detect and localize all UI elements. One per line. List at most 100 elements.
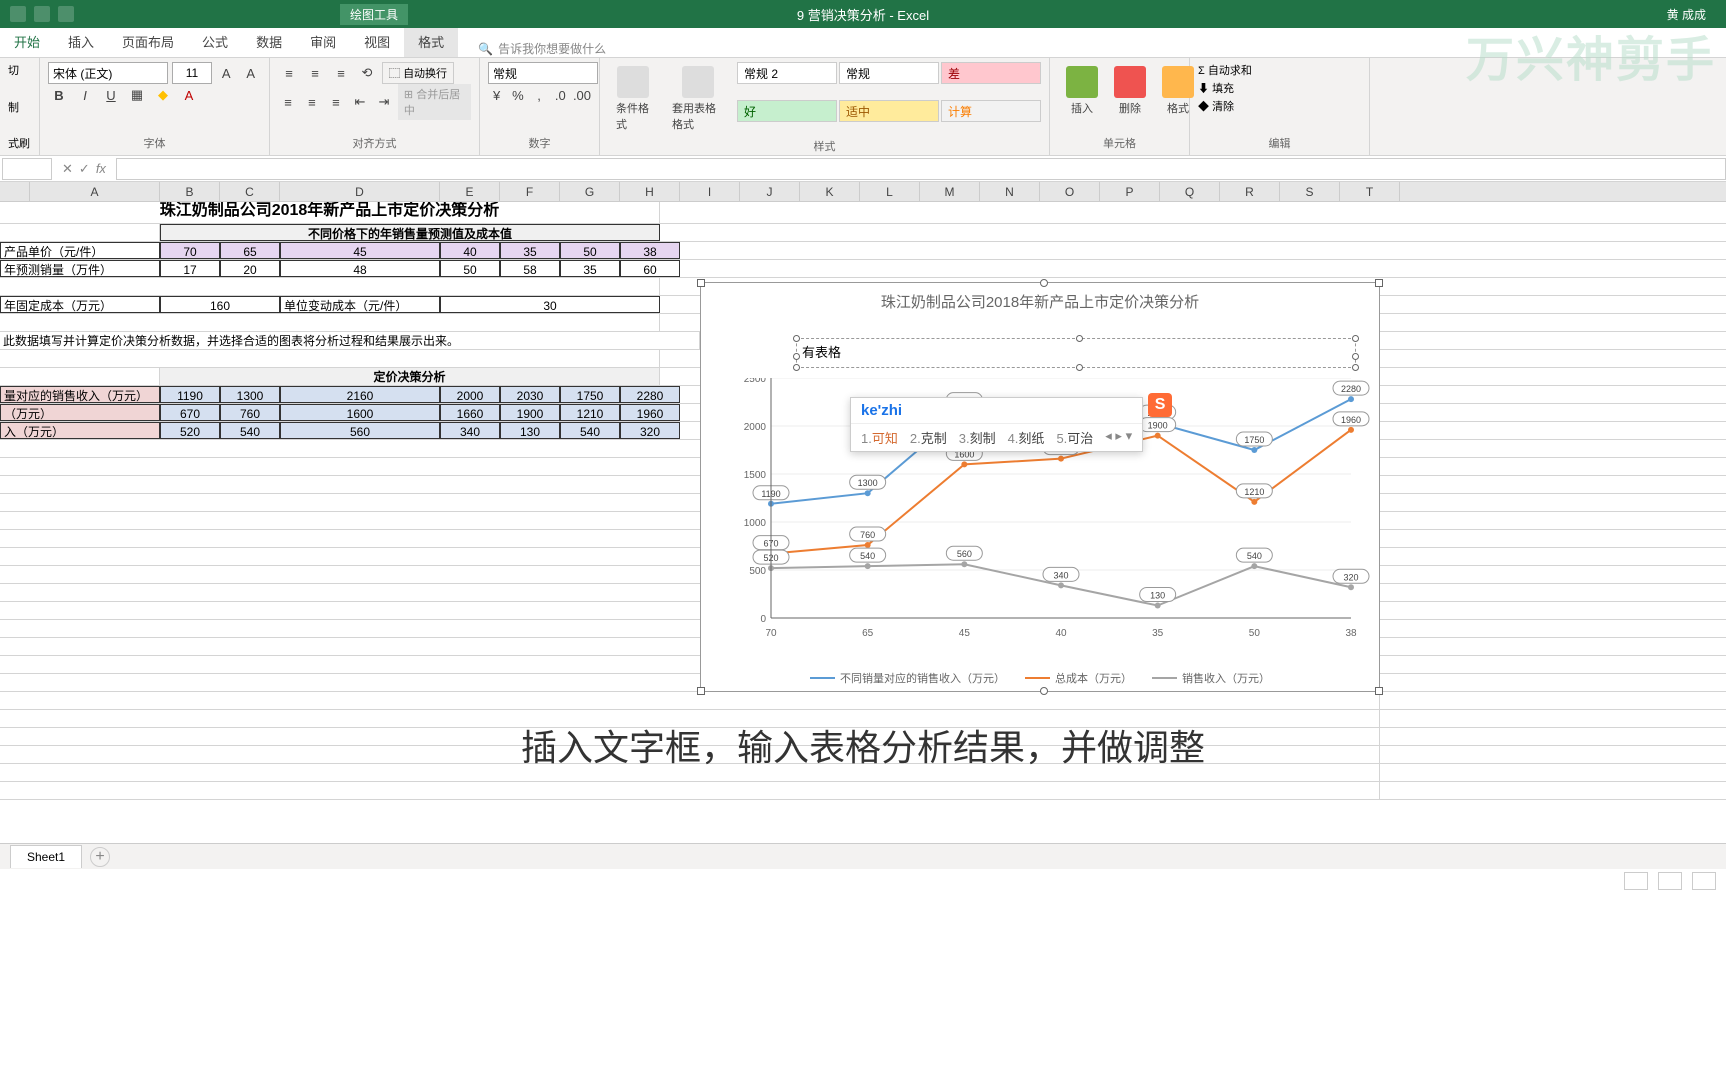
comma-icon[interactable]: , <box>530 84 547 106</box>
insert-cells-button[interactable]: 插入 <box>1058 62 1106 120</box>
textbox-handle[interactable] <box>1352 353 1359 360</box>
column-header[interactable]: P <box>1100 182 1160 201</box>
column-header[interactable]: H <box>620 182 680 201</box>
textbox-handle[interactable] <box>793 353 800 360</box>
textbox-handle[interactable] <box>793 335 800 342</box>
tab-review[interactable]: 审阅 <box>296 26 350 57</box>
decrease-decimal-icon[interactable]: .00 <box>573 84 591 106</box>
column-header[interactable]: J <box>740 182 800 201</box>
formula-input[interactable] <box>116 158 1726 180</box>
chart-legend[interactable]: 不同销量对应的销售收入（万元） 总成本（万元） 销售收入（万元） <box>701 670 1379 686</box>
chart-textbox[interactable]: 有表格 <box>796 338 1356 368</box>
name-box[interactable] <box>2 158 52 180</box>
column-header[interactable]: N <box>980 182 1040 201</box>
column-header[interactable]: G <box>560 182 620 201</box>
font-color-icon[interactable]: A <box>178 84 200 106</box>
chart-title[interactable]: 珠江奶制品公司2018年新产品上市定价决策分析 <box>701 283 1379 320</box>
tab-data[interactable]: 数据 <box>242 26 296 57</box>
currency-icon[interactable]: ¥ <box>488 84 505 106</box>
align-right-icon[interactable]: ≡ <box>326 91 346 113</box>
ime-candidate[interactable]: 1.可知 <box>861 428 898 447</box>
chart-handle-ne[interactable] <box>1375 279 1383 287</box>
tab-insert[interactable]: 插入 <box>54 26 108 57</box>
brush-button[interactable]: 式刷 <box>8 135 31 151</box>
underline-icon[interactable]: U <box>100 84 122 106</box>
percent-icon[interactable]: % <box>509 84 526 106</box>
style-calc[interactable]: 计算 <box>941 100 1041 122</box>
column-header[interactable]: L <box>860 182 920 201</box>
autosum-button[interactable]: Σ 自动求和 <box>1198 62 1361 80</box>
sheet-tab-sheet1[interactable]: Sheet1 <box>10 845 82 868</box>
column-header[interactable]: E <box>440 182 500 201</box>
legend-item-profit[interactable]: 销售收入（万元） <box>1152 670 1270 686</box>
align-left-icon[interactable]: ≡ <box>278 91 298 113</box>
chart-handle-nw[interactable] <box>697 279 705 287</box>
align-center-icon[interactable]: ≡ <box>302 91 322 113</box>
font-size-select[interactable] <box>172 62 212 84</box>
textbox-handle[interactable] <box>1352 364 1359 371</box>
cancel-formula-icon[interactable]: ✕ <box>62 161 73 177</box>
chart-handle-n[interactable] <box>1040 279 1048 287</box>
textbox-handle[interactable] <box>1076 364 1083 371</box>
textbox-handle[interactable] <box>1076 335 1083 342</box>
tab-format[interactable]: 格式 <box>404 26 458 57</box>
orientation-icon[interactable]: ⟲ <box>356 62 378 84</box>
align-bottom-icon[interactable]: ≡ <box>330 62 352 84</box>
clear-button[interactable]: ◆ 清除 <box>1198 98 1361 116</box>
delete-cells-button[interactable]: 删除 <box>1106 62 1154 120</box>
style-bad[interactable]: 差 <box>941 62 1041 84</box>
table-format-button[interactable]: 套用表格格式 <box>664 62 731 136</box>
conditional-format-button[interactable]: 条件格式 <box>608 62 658 136</box>
tab-layout[interactable]: 页面布局 <box>108 26 188 57</box>
style-normal2[interactable]: 常规 2 <box>737 62 837 84</box>
column-header[interactable]: B <box>160 182 220 201</box>
column-header[interactable]: O <box>1040 182 1100 201</box>
ime-popup[interactable]: S ke'zhi 1.可知2.克制3.刻制4.刻纸5.可治 ◂ ▸ ▾ <box>850 397 1143 452</box>
legend-item-revenue[interactable]: 不同销量对应的销售收入（万元） <box>810 670 1005 686</box>
wrap-text-button[interactable]: ⬚ 自动换行 <box>382 62 454 84</box>
style-normal[interactable]: 常规 <box>839 62 939 84</box>
redo-icon[interactable] <box>58 6 74 22</box>
ime-nav-icons[interactable]: ◂ ▸ ▾ <box>1105 428 1132 447</box>
column-header[interactable]: R <box>1220 182 1280 201</box>
ime-candidate[interactable]: 3.刻制 <box>959 428 996 447</box>
normal-view-icon[interactable] <box>1624 872 1648 890</box>
increase-font-icon[interactable]: A <box>216 62 237 84</box>
column-header[interactable]: C <box>220 182 280 201</box>
align-top-icon[interactable]: ≡ <box>278 62 300 84</box>
merge-button[interactable]: ⊞ 合并后居中 <box>398 84 471 120</box>
column-header[interactable]: F <box>500 182 560 201</box>
indent-increase-icon[interactable]: ⇥ <box>374 91 394 113</box>
border-icon[interactable]: ▦ <box>126 84 148 106</box>
chart-handle-s[interactable] <box>1040 687 1048 695</box>
cut-button[interactable]: 切 <box>8 62 31 78</box>
tell-me-search[interactable]: 🔍 告诉我你想要做什么 <box>478 40 606 57</box>
align-middle-icon[interactable]: ≡ <box>304 62 326 84</box>
column-header[interactable]: D <box>280 182 440 201</box>
style-neutral[interactable]: 适中 <box>839 100 939 122</box>
ime-candidate[interactable]: 5.可治 <box>1056 428 1093 447</box>
chart-handle-sw[interactable] <box>697 687 705 695</box>
undo-icon[interactable] <box>34 6 50 22</box>
fx-icon[interactable]: fx <box>96 161 106 177</box>
tab-formula[interactable]: 公式 <box>188 26 242 57</box>
ime-candidate[interactable]: 2.克制 <box>910 428 947 447</box>
tab-view[interactable]: 视图 <box>350 26 404 57</box>
save-icon[interactable] <box>10 6 26 22</box>
add-sheet-button[interactable]: + <box>90 847 110 867</box>
textbox-handle[interactable] <box>1352 335 1359 342</box>
tab-start[interactable]: 开始 <box>0 26 54 57</box>
textbox-handle[interactable] <box>793 364 800 371</box>
decrease-font-icon[interactable]: A <box>241 62 262 84</box>
italic-icon[interactable]: I <box>74 84 96 106</box>
number-format-select[interactable] <box>488 62 598 84</box>
fill-color-icon[interactable]: ◆ <box>152 84 174 106</box>
column-header[interactable]: S <box>1280 182 1340 201</box>
confirm-formula-icon[interactable]: ✓ <box>79 161 90 177</box>
font-name-select[interactable] <box>48 62 168 84</box>
page-layout-view-icon[interactable] <box>1658 872 1682 890</box>
increase-decimal-icon[interactable]: .0 <box>552 84 569 106</box>
column-header[interactable]: I <box>680 182 740 201</box>
ime-candidate[interactable]: 4.刻纸 <box>1008 428 1045 447</box>
column-header[interactable]: K <box>800 182 860 201</box>
